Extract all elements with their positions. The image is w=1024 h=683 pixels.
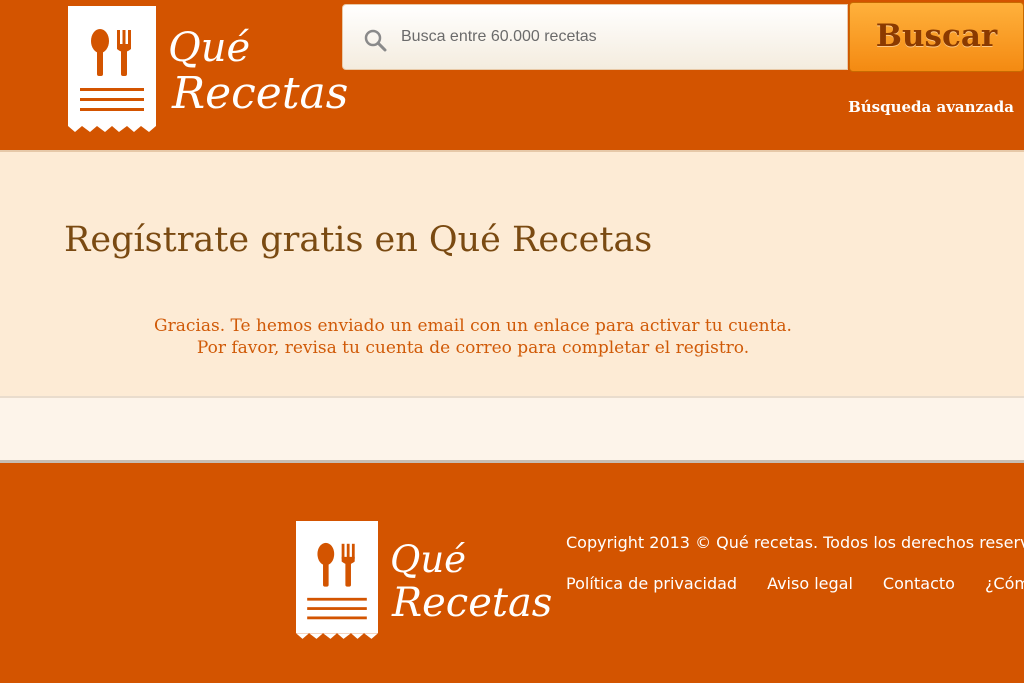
logo-text-que: Qué — [168, 25, 251, 71]
search-box — [342, 4, 848, 70]
logo-text-recetas: Recetas — [172, 68, 349, 119]
footer-links: Política de privacidad Aviso legal Conta… — [566, 574, 1024, 593]
message-line-2: Por favor, revisa tu cuenta de correo pa… — [196, 338, 750, 358]
footer-logo-card — [296, 521, 378, 639]
copyright-text: Copyright 2013 © Qué recetas. Todos los … — [566, 533, 1024, 552]
advanced-search-link[interactable]: Búsqueda avanzada — [848, 98, 1014, 116]
footer-link-legal[interactable]: Aviso legal — [767, 574, 853, 593]
spoon-fork-icon — [68, 29, 156, 132]
registration-confirmation: Regístrate gratis en Qué Recetas Gracias… — [0, 152, 1024, 398]
site-header: Qué Recetas Buscar Búsqueda avanzada — [0, 0, 1024, 152]
search-input[interactable] — [395, 5, 835, 69]
content-spacer — [0, 398, 1024, 460]
footer-link-privacy[interactable]: Política de privacidad — [566, 574, 737, 593]
site-logo[interactable]: Qué Recetas — [68, 6, 348, 136]
search-button[interactable]: Buscar — [849, 2, 1024, 72]
footer-spoon-fork-icon — [296, 542, 378, 639]
search-icon — [364, 29, 387, 52]
page-title: Regístrate gratis en Qué Recetas — [64, 220, 653, 260]
footer-link-contact[interactable]: Contacto — [883, 574, 955, 593]
logo-card — [68, 6, 156, 132]
footer-logo-text-recetas: Recetas — [392, 580, 553, 626]
message-line-1: Gracias. Te hemos enviado un email con u… — [154, 316, 792, 336]
confirmation-message: Gracias. Te hemos enviado un email con u… — [0, 315, 946, 359]
site-footer: Qué Recetas Copyright 2013 © Qué recetas… — [0, 460, 1024, 683]
footer-link-how[interactable]: ¿Cóm — [985, 574, 1024, 593]
footer-logo[interactable]: Qué Recetas — [296, 521, 552, 646]
footer-logo-text-que: Qué — [390, 538, 467, 581]
